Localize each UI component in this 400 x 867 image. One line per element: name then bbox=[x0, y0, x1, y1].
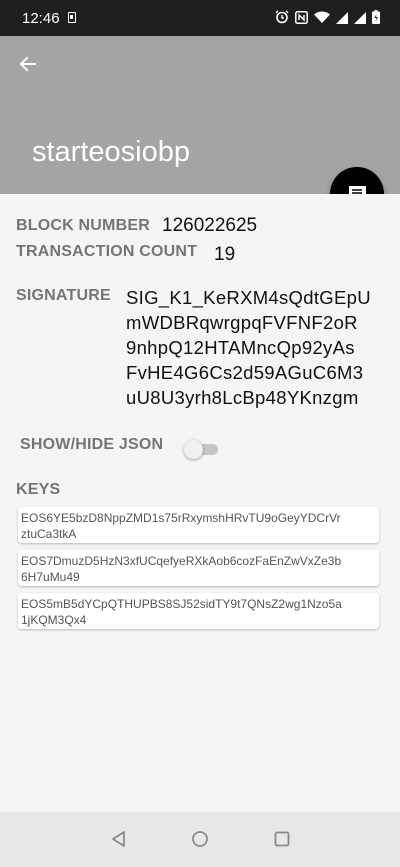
sim-card-icon bbox=[68, 12, 76, 23]
key-card[interactable]: EOS5mB5dYCpQTHUPBS8SJ52sidTY9t7QNsZ2wg1N… bbox=[18, 593, 379, 629]
page-title: starteosiobp bbox=[32, 136, 190, 168]
signature-line: SIG_K1_KeRXM4sQdtGEpU bbox=[126, 287, 371, 308]
system-nav-bar bbox=[0, 812, 400, 867]
key-card[interactable]: EOS6YE5bzD8NppZMD1s75rRxymshHRvTU9oGeyYD… bbox=[18, 507, 379, 543]
wifi-icon bbox=[314, 11, 330, 29]
key-text-line: EOS6YE5bzD8NppZMD1s75rRxymshHRvTU9oGeyYD… bbox=[21, 511, 341, 525]
block-number-label: BLOCK NUMBER bbox=[16, 217, 150, 234]
show-hide-json-toggle[interactable] bbox=[184, 440, 218, 459]
recents-square-icon bbox=[274, 831, 290, 847]
signal-icon bbox=[354, 11, 366, 29]
key-text-line: ztuCa3tkA bbox=[21, 527, 77, 541]
signature-line: 9nhpQ12HTAMncQp92yAs bbox=[126, 337, 355, 358]
transaction-count-value: 19 bbox=[214, 244, 236, 265]
keys-label: KEYS bbox=[16, 481, 61, 498]
nav-back-button[interactable] bbox=[110, 830, 126, 853]
nav-home-button[interactable] bbox=[191, 830, 209, 853]
nfc-icon bbox=[295, 10, 308, 29]
show-hide-json-label: SHOW/HIDE JSON bbox=[20, 436, 164, 453]
status-icons bbox=[275, 10, 380, 29]
nav-recents-button[interactable] bbox=[274, 830, 290, 853]
status-bar: 12:46 bbox=[0, 0, 400, 36]
alarm-icon bbox=[275, 10, 289, 29]
back-button[interactable] bbox=[14, 50, 42, 78]
signature-label: SIGNATURE bbox=[16, 287, 111, 304]
arrow-left-icon bbox=[19, 56, 36, 72]
back-triangle-icon bbox=[112, 831, 125, 847]
toggle-thumb bbox=[184, 440, 203, 459]
transaction-details: BLOCK NUMBER 126022625 TRANSACTION COUNT… bbox=[0, 194, 400, 812]
transaction-count-label: TRANSACTION COUNT bbox=[16, 243, 198, 260]
home-circle-icon bbox=[192, 831, 208, 847]
app-bar: starteosiobp bbox=[0, 36, 400, 194]
key-text-line: 1jKQM3Qx4 bbox=[21, 613, 87, 627]
key-text-line: EOS7DmuzD5HzN3xfUCqefyeRXkAob6cozFaEnZwV… bbox=[21, 554, 342, 568]
key-text-line: EOS5mB5dYCpQTHUPBS8SJ52sidTY9t7QNsZ2wg1N… bbox=[21, 597, 342, 611]
signature-line: uU8U3yrh8LcBp48YKnzgm bbox=[126, 387, 359, 408]
battery-icon bbox=[372, 10, 380, 29]
signature-line: mWDBRqwrgpqFVFNF2oR bbox=[126, 312, 358, 333]
signal-icon bbox=[336, 11, 348, 29]
signature-value: SIG_K1_KeRXM4sQdtGEpU mWDBRqwrgpqFVFNF2o… bbox=[126, 285, 388, 410]
key-card[interactable]: EOS7DmuzD5HzN3xfUCqefyeRXkAob6cozFaEnZwV… bbox=[18, 550, 379, 586]
signature-line: FvHE4G6Cs2d59AGuC6M3 bbox=[126, 362, 364, 383]
key-text-line: 6H7uMu49 bbox=[21, 570, 80, 584]
block-number-value: 126022625 bbox=[162, 215, 258, 236]
status-time: 12:46 bbox=[22, 10, 60, 27]
